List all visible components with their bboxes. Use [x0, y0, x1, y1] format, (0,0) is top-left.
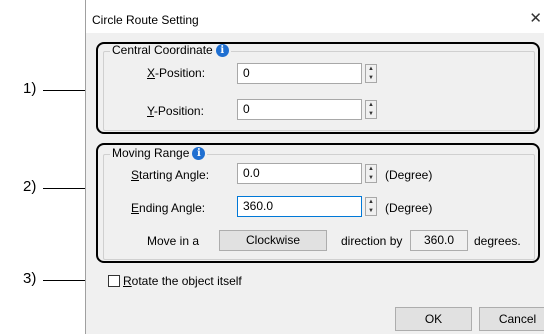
- cancel-button[interactable]: Cancel: [479, 307, 544, 331]
- callout-label-1: 1): [23, 80, 37, 97]
- callout-label-3: 3): [23, 270, 37, 287]
- callout-label-2: 2): [23, 178, 37, 195]
- rotate-label[interactable]: Rotate the object itself: [123, 274, 242, 288]
- ok-button[interactable]: OK: [395, 307, 472, 331]
- dialog-title: Circle Route Setting: [92, 13, 199, 27]
- rotate-checkbox[interactable]: [108, 275, 120, 287]
- title-bar: Circle Route Setting ✕: [86, 0, 544, 33]
- highlight-box-2: [96, 143, 540, 263]
- close-icon[interactable]: ✕: [529, 11, 542, 26]
- highlight-box-1: [96, 42, 540, 134]
